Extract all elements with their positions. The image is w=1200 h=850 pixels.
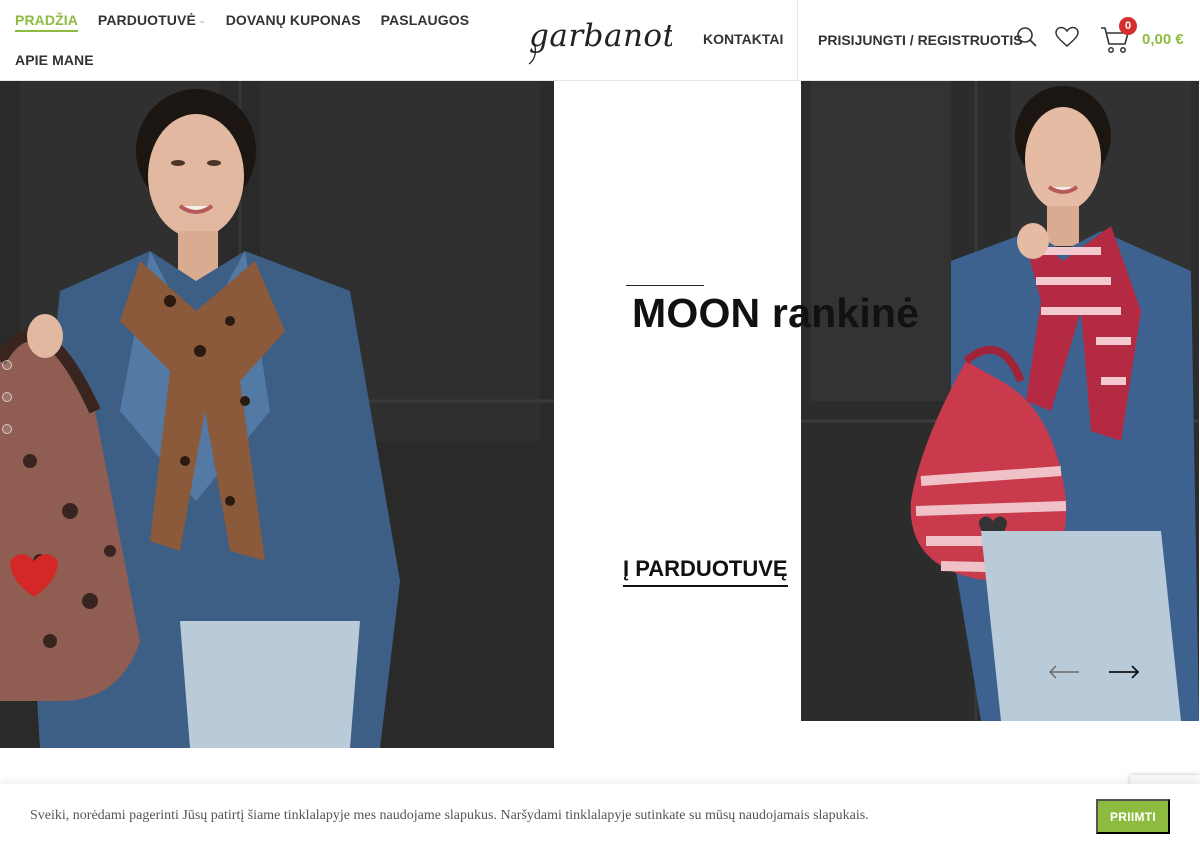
nav-row-primary: PRADŽIA PARDUOTUVĖ ⌄ DOVANŲ KUPONAS PASL…: [15, 0, 485, 40]
nav-item-shop[interactable]: PARDUOTUVĖ ⌄: [98, 12, 206, 28]
slider-dots: [2, 360, 12, 456]
main-navigation: PRADŽIA PARDUOTUVĖ ⌄ DOVANŲ KUPONAS PASL…: [15, 0, 485, 80]
slider-next-arrow-icon[interactable]: [1107, 660, 1141, 684]
search-icon[interactable]: [1014, 24, 1040, 50]
heart-icon[interactable]: [1054, 24, 1080, 50]
svg-text:garbanota: garbanota: [529, 18, 672, 54]
nav-item-home[interactable]: PRADŽIA: [15, 12, 78, 32]
slider-prev-arrow-icon[interactable]: [1047, 660, 1081, 684]
site-logo[interactable]: garbanota: [527, 10, 694, 68]
login-register-link[interactable]: PRISIJUNGTI / REGISTRUOTIS: [818, 32, 1023, 48]
nav-item-about[interactable]: APIE MANE: [15, 52, 94, 68]
cookie-notice: Sveiki, norėdami pagerinti Jūsų patirtį …: [0, 784, 1200, 850]
slider-dot[interactable]: [2, 424, 12, 434]
cookie-notice-text: Sveiki, norėdami pagerinti Jūsų patirtį …: [30, 808, 869, 823]
slider-dot[interactable]: [2, 360, 12, 370]
title-accent-line: [626, 285, 704, 286]
chevron-down-icon: ⌄: [198, 15, 206, 25]
hero-title: MOON rankinė: [632, 290, 920, 336]
nav-item-gift-card[interactable]: DOVANŲ KUPONAS: [226, 12, 361, 28]
cart-count-badge: 0: [1119, 17, 1137, 35]
header-divider: [797, 0, 798, 81]
accept-cookies-button[interactable]: PRIIMTI: [1096, 799, 1170, 834]
site-header: PRADŽIA PARDUOTUVĖ ⌄ DOVANŲ KUPONAS PASL…: [0, 0, 1200, 81]
cart-total[interactable]: 0,00 €: [1142, 31, 1184, 48]
nav-item-services[interactable]: PASLAUGOS: [381, 12, 470, 28]
slider-dot[interactable]: [2, 392, 12, 402]
hero-photo-right: [801, 81, 1199, 721]
logo-script: garbanota: [528, 18, 694, 65]
shop-now-button[interactable]: Į PARDUOTUVĘ: [623, 556, 788, 587]
hero-photo-left: [0, 81, 554, 748]
nav-row-secondary: APIE MANE: [15, 40, 485, 80]
nav-item-shop-label: PARDUOTUVĖ: [97, 12, 196, 28]
nav-item-contacts[interactable]: KONTAKTAI: [703, 31, 783, 47]
